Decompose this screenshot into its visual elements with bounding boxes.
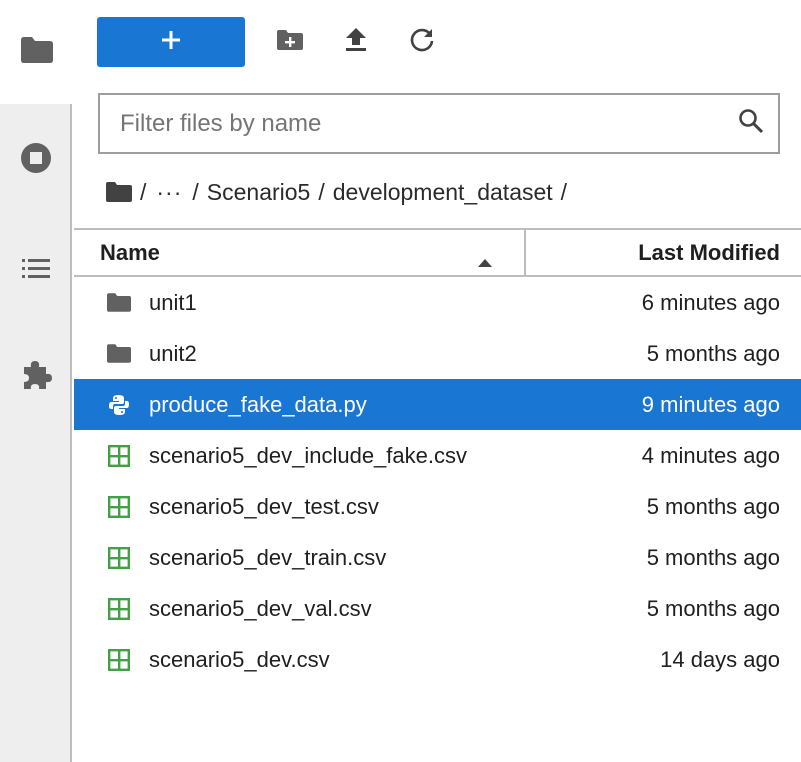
file-name: scenario5_dev.csv xyxy=(149,646,330,672)
file-last-modified: 9 minutes ago xyxy=(641,391,780,417)
home-folder-icon[interactable] xyxy=(106,182,132,202)
upload-icon xyxy=(345,27,367,57)
python-file-icon xyxy=(107,393,131,417)
new-launcher-button[interactable] xyxy=(97,17,245,67)
csv-file-icon xyxy=(107,546,131,570)
filter-files-input[interactable] xyxy=(120,109,738,138)
file-row[interactable]: scenario5_dev_test.csv 5 months ago xyxy=(74,481,801,532)
file-row[interactable]: scenario5_dev_include_fake.csv 4 minutes … xyxy=(74,430,801,481)
folder-icon xyxy=(107,342,131,366)
file-browser-panel: / ··· / Scenario5 / development_dataset … xyxy=(74,0,801,762)
last-modified-column-label: Last Modified xyxy=(638,239,780,265)
file-row[interactable]: scenario5_dev_train.csv 5 months ago xyxy=(74,532,801,583)
activity-sidebar xyxy=(0,0,74,762)
file-name: scenario5_dev_val.csv xyxy=(149,595,372,621)
file-name: scenario5_dev_test.csv xyxy=(149,493,379,519)
refresh-button[interactable] xyxy=(399,17,445,67)
name-column-label: Name xyxy=(100,239,160,265)
breadcrumb-item-scenario5[interactable]: Scenario5 xyxy=(207,179,311,206)
file-list: Name Last Modified unit1 6 minutes ago uni… xyxy=(74,228,801,685)
file-last-modified: 5 months ago xyxy=(646,595,780,621)
refresh-icon xyxy=(410,28,434,57)
file-last-modified: 5 months ago xyxy=(646,493,780,519)
csv-file-icon xyxy=(107,648,131,672)
new-folder-icon xyxy=(277,29,303,55)
upload-button[interactable] xyxy=(333,17,379,67)
file-browser-toolbar xyxy=(97,17,445,67)
sidebar-tab-extensions[interactable] xyxy=(0,342,72,412)
last-modified-column-header[interactable]: Last Modified xyxy=(638,230,780,275)
sidebar-tab-file-browser[interactable] xyxy=(0,0,74,104)
file-name: scenario5_dev_train.csv xyxy=(149,544,387,570)
file-row[interactable]: scenario5_dev_val.csv 5 months ago xyxy=(74,583,801,634)
plus-icon xyxy=(162,30,180,54)
file-last-modified: 5 months ago xyxy=(646,340,780,366)
breadcrumb-separator: / xyxy=(560,178,568,205)
csv-file-icon xyxy=(107,444,131,468)
file-last-modified: 4 minutes ago xyxy=(641,442,780,468)
folder-icon xyxy=(21,36,53,68)
file-last-modified: 6 minutes ago xyxy=(641,289,780,315)
file-row[interactable]: scenario5_dev.csv 14 days ago xyxy=(74,634,801,685)
file-last-modified: 14 days ago xyxy=(660,646,780,672)
stop-circle-icon xyxy=(21,142,51,178)
file-row[interactable]: unit1 6 minutes ago xyxy=(74,277,801,328)
file-name: scenario5_dev_include_fake.csv xyxy=(149,442,467,468)
search-icon xyxy=(738,108,764,139)
puzzle-icon xyxy=(20,359,52,396)
new-folder-button[interactable] xyxy=(267,17,313,67)
breadcrumb: / ··· / Scenario5 / development_dataset … xyxy=(106,172,575,212)
breadcrumb-separator: / xyxy=(192,178,199,205)
file-last-modified: 5 months ago xyxy=(646,544,780,570)
file-name: unit1 xyxy=(149,289,197,315)
list-icon xyxy=(22,258,50,285)
csv-file-icon xyxy=(107,495,131,519)
sidebar-tab-table-of-contents[interactable] xyxy=(0,236,72,306)
file-row[interactable]: unit2 5 months ago xyxy=(74,328,801,379)
file-list-rows: unit1 6 minutes ago unit2 5 months ago produ… xyxy=(74,277,801,685)
filter-files-box xyxy=(98,93,780,154)
sidebar-tab-running[interactable] xyxy=(0,122,72,198)
breadcrumb-separator: / xyxy=(140,178,147,205)
file-name: produce_fake_data.py xyxy=(149,391,367,417)
csv-file-icon xyxy=(107,597,131,621)
file-list-header: Name Last Modified xyxy=(74,228,801,277)
sort-ascending-icon xyxy=(478,247,492,273)
file-name: unit2 xyxy=(149,340,197,366)
breadcrumb-item-development-dataset[interactable]: development_dataset xyxy=(333,179,553,206)
folder-icon xyxy=(107,291,131,315)
breadcrumb-separator: / xyxy=(318,178,325,205)
file-row[interactable]: produce_fake_data.py 9 minutes ago xyxy=(74,379,801,430)
name-column-header[interactable]: Name xyxy=(74,230,526,275)
breadcrumb-ellipsis[interactable]: ··· xyxy=(156,179,182,206)
